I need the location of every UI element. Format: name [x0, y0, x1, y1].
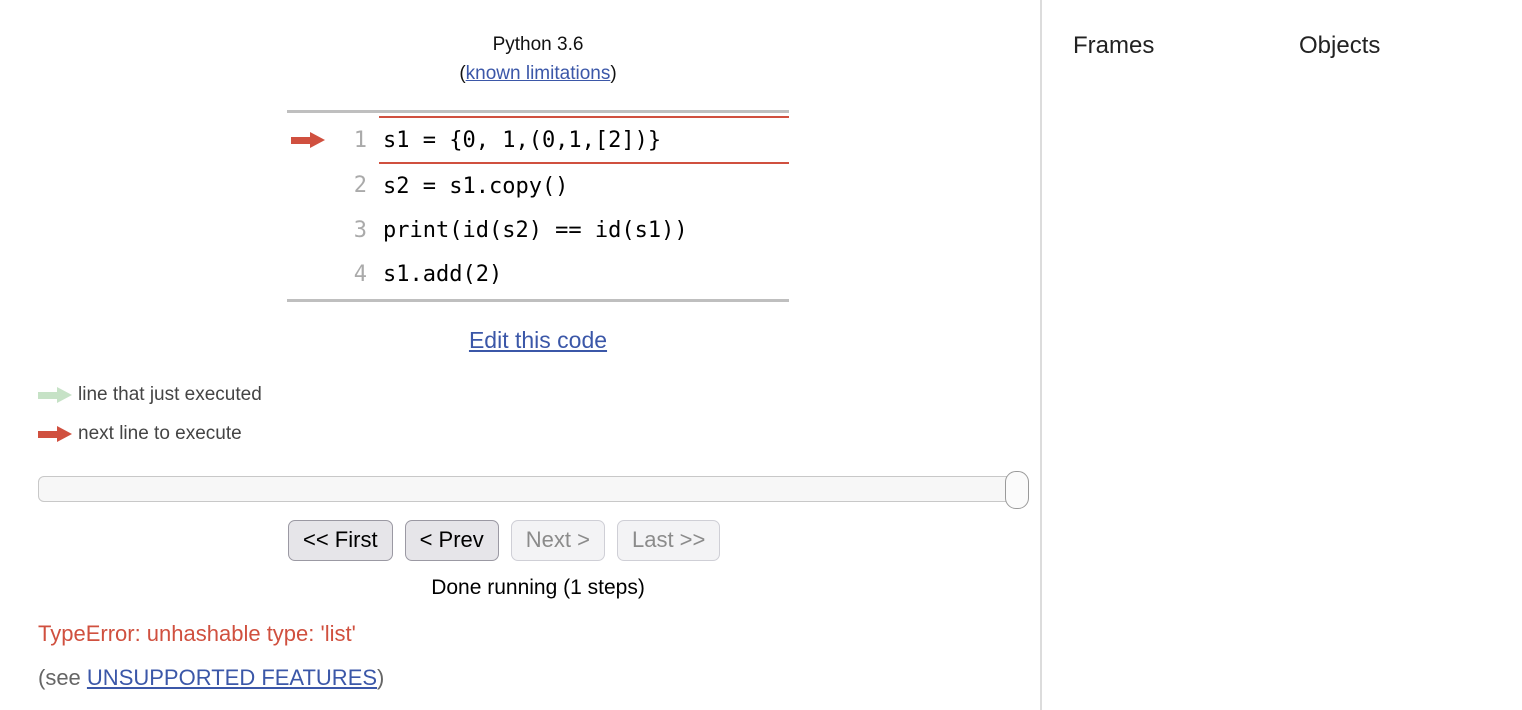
code-line-number: 4	[353, 261, 367, 287]
code-line-number: 3	[353, 217, 367, 243]
code-line-text: s1 = {0, 1,(0,1,[2])}	[379, 116, 789, 164]
code-line-text: s2 = s1.copy()	[383, 173, 569, 199]
code-table: 1 s1 = {0, 1,(0,1,[2])} 2 s2 = s1.copy() 3 pr…	[287, 116, 789, 296]
visualizer-pane: Python 3.6 (known limitations) 1 s1 = {0,…	[0, 0, 1040, 710]
code-line-row: 2 s2 = s1.copy()	[287, 163, 789, 208]
objects-heading: Objects	[1299, 32, 1381, 59]
see-prefix: (see	[38, 665, 87, 690]
first-button[interactable]: << First	[288, 520, 393, 561]
see-suffix: )	[377, 665, 385, 690]
red-arrow-icon	[38, 426, 78, 442]
next-button: Next >	[510, 520, 605, 561]
legend-row-just-executed: line that just executed	[38, 380, 262, 410]
error-see-line: (see UNSUPPORTED FEATURES)	[38, 662, 384, 694]
next-line-arrow-icon	[291, 132, 325, 148]
python-version-header: Python 3.6 (known limitations)	[0, 30, 1076, 88]
code-line-number: 2	[353, 173, 367, 198]
code-gutter	[287, 208, 329, 252]
code-line-row: 3 print(id(s2) == id(s1))	[287, 208, 789, 252]
code-line-row: 4 s1.add(2)	[287, 252, 789, 296]
known-limitations-line: (known limitations)	[0, 59, 1076, 88]
code-line-row: 1 s1 = {0, 1,(0,1,[2])}	[287, 116, 789, 164]
execution-status: Done running (1 steps)	[431, 576, 645, 599]
edit-code-wrapper: Edit this code	[0, 327, 1076, 354]
legend-label-next-line: next line to execute	[78, 423, 242, 444]
code-line-number: 1	[353, 127, 367, 153]
known-limitations-link[interactable]: known limitations	[466, 63, 611, 84]
execution-slider[interactable]	[38, 471, 1029, 509]
edit-this-code-link[interactable]: Edit this code	[469, 327, 607, 353]
slider-handle[interactable]	[1005, 471, 1029, 509]
code-line-text: print(id(s2) == id(s1))	[383, 217, 688, 243]
code-gutter	[287, 117, 329, 163]
code-display: 1 s1 = {0, 1,(0,1,[2])} 2 s2 = s1.copy() 3 pr…	[287, 110, 789, 302]
code-gutter	[287, 252, 329, 296]
data-structures-pane: Frames Objects	[1040, 0, 1522, 710]
prev-button[interactable]: < Prev	[404, 520, 499, 561]
paren-close: )	[610, 63, 617, 84]
error-block: TypeError: unhashable type: 'list' (see …	[38, 618, 384, 694]
error-message: TypeError: unhashable type: 'list'	[38, 621, 356, 646]
green-arrow-icon	[38, 387, 78, 403]
unsupported-features-link[interactable]: UNSUPPORTED FEATURES	[87, 665, 377, 690]
execution-legend: line that just executed next line to exe…	[38, 380, 262, 458]
legend-row-next-line: next line to execute	[38, 419, 262, 449]
last-button: Last >>	[616, 520, 721, 561]
code-gutter	[287, 163, 329, 208]
frames-heading: Frames	[1073, 32, 1155, 59]
legend-label-just-executed: line that just executed	[78, 384, 262, 405]
python-version-label: Python 3.6	[492, 34, 584, 55]
code-line-text: s1.add(2)	[383, 261, 503, 287]
navigation-buttons: << First < Prev Next > Last >>	[288, 520, 721, 561]
